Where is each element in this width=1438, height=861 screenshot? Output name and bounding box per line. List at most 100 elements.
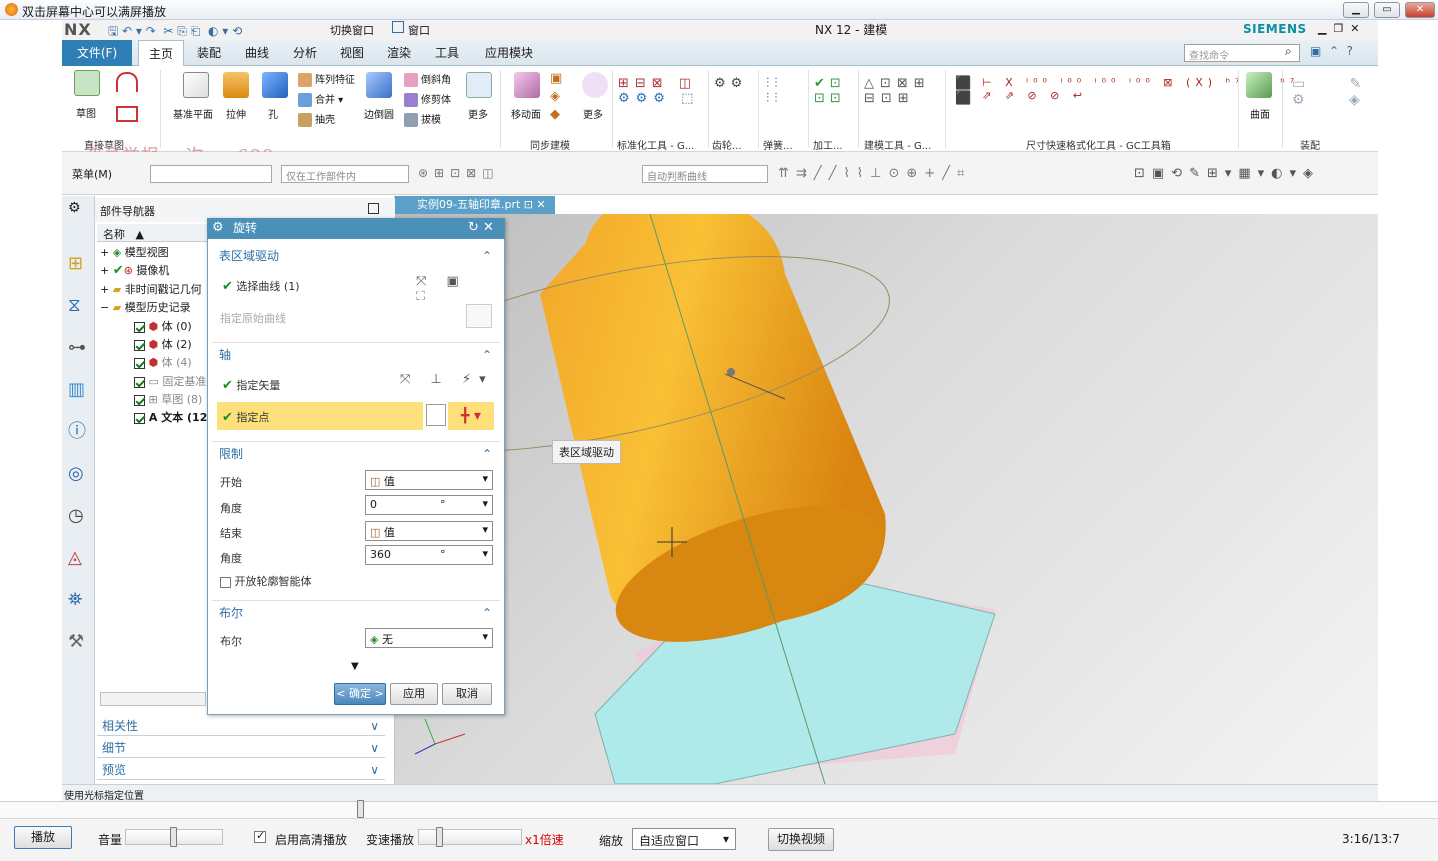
hole-icon[interactable] (262, 72, 288, 98)
boolean-select[interactable]: ◈ 无 (365, 628, 493, 648)
tree-body-2[interactable]: ⬢ 体 (2) (134, 336, 192, 354)
graphics-viewport[interactable] (395, 214, 1378, 784)
tab-analysis[interactable]: 分析 (286, 40, 324, 66)
search-input[interactable]: 查找命令 (1184, 44, 1300, 62)
point-dialog-icon[interactable] (426, 404, 446, 426)
assembly-small-icons[interactable]: ⬛ ⬛ (955, 76, 971, 106)
tree-sketch-8[interactable]: ⊞ 草图 (8) (134, 391, 202, 409)
tab-file[interactable]: 文件(F) (62, 40, 132, 66)
tab-home[interactable]: 主页 (138, 40, 184, 66)
close-button[interactable]: ✕ (1405, 2, 1435, 18)
datum-plane-icon[interactable] (183, 72, 209, 98)
specify-vector-row[interactable]: ✔ 指定矢量 (222, 377, 280, 393)
assembly-icons[interactable]: ▭ ✎ ⚙ ◈ (1292, 76, 1381, 108)
tree-text-12[interactable]: A 文本 (12 (134, 409, 207, 427)
menu-button[interactable]: 菜单(M) (72, 166, 112, 182)
origin-curve-icon[interactable] (466, 304, 492, 328)
cancel-button[interactable]: 取消 (442, 683, 492, 705)
start-option-select[interactable]: ◫ 值 (365, 470, 493, 490)
chamfer-button[interactable]: 倒斜角 (404, 71, 451, 87)
part-file-tab[interactable]: 实例09-五轴印章.prt ⊡ ✕ (395, 196, 555, 214)
seek-handle[interactable] (357, 800, 364, 818)
type-filter-combo[interactable] (150, 165, 272, 183)
edge-blend-icon[interactable] (366, 72, 392, 98)
nx-window-controls[interactable]: ▁ ❐ ✕ (1318, 22, 1360, 35)
select-curve-row[interactable]: ✔ 选择曲线 (1) (222, 278, 299, 294)
section-boolean[interactable]: 布尔 ⌃ (212, 600, 500, 624)
switch-window-button[interactable]: 切换窗口 (330, 22, 374, 38)
gear-tool-icons[interactable]: ⚙⚙ (714, 76, 747, 91)
maximize-button[interactable]: ▭ (1374, 2, 1400, 18)
extrude-icon[interactable] (223, 72, 249, 98)
end-angle-input[interactable]: 360 ° (365, 545, 493, 565)
standard-tool-icons[interactable]: ⊞⊟⊠ ◫ ⚙⚙⚙ ⬚ (618, 76, 699, 106)
dialog-reset-close-icons[interactable]: ↻ ✕ (468, 220, 494, 235)
maximize-panel-icon[interactable] (368, 203, 379, 214)
section-dependencies[interactable]: 相关性 ∨ (97, 716, 385, 736)
hd-checkbox[interactable]: ✓ (254, 829, 266, 843)
curve-rule-combo[interactable]: 自动判断曲线 (642, 165, 768, 183)
move-face-icon[interactable] (514, 72, 540, 98)
more2-label[interactable]: 更多 (583, 106, 603, 121)
tab-render[interactable]: 渲染 (380, 40, 418, 66)
view-icons[interactable]: ⊡▣⟲✎⊞▾▦▾◐▾◈ (1134, 166, 1320, 181)
expand-more-icon[interactable]: ▼ (351, 661, 359, 672)
window-menu[interactable]: 窗口 (408, 22, 430, 38)
zoom-select[interactable]: 自适应窗口 ▾ (632, 828, 736, 850)
seek-bar[interactable] (0, 801, 1438, 818)
ribbon-options-icons[interactable]: ▣ ⌃ ? (1310, 44, 1353, 58)
section-axis[interactable]: 轴 ⌃ (212, 342, 500, 366)
more-icon[interactable] (466, 72, 492, 98)
tree-fixed-datum[interactable]: ▭ 固定基准 (134, 373, 206, 391)
switch-video-button[interactable]: 切换视频 (768, 828, 834, 851)
tree-cameras[interactable]: + ✔⊛ 摄像机 (100, 262, 169, 280)
draft-button[interactable]: 拔模 (404, 111, 441, 127)
volume-handle[interactable] (170, 827, 177, 847)
selection-icons[interactable]: ⊛⊞⊡⊠◫ (418, 166, 500, 180)
surface-icon[interactable] (1246, 72, 1272, 98)
tree-non-timestamp[interactable]: + ▰ 非时间戳记几何 (100, 281, 202, 299)
play-button[interactable]: 播放 (14, 826, 72, 849)
section-details[interactable]: 细节 ∨ (97, 738, 385, 758)
more-label[interactable]: 更多 (468, 106, 488, 121)
vector-tools[interactable]: ⤧ ⊥ ⚡▾ (400, 372, 494, 396)
tab-curve[interactable]: 曲线 (238, 40, 276, 66)
section-surface-region-drive[interactable]: 表区域驱动 ⌃ (212, 244, 500, 268)
name-column-header[interactable]: 名称 ▲ (97, 224, 207, 242)
end-option-select[interactable]: ◫ 值 (365, 521, 493, 541)
search-icon[interactable]: ⌕ (1285, 44, 1292, 59)
speed-handle[interactable] (436, 827, 443, 847)
sketch-icon[interactable] (74, 70, 100, 96)
select-curve-tools[interactable]: ⤧ ▣ ⛶ (416, 274, 494, 304)
snap-point-icons[interactable]: ⇈⇉╱╱⌇⌇⊥⊙⊕+╱⌗ (778, 166, 971, 181)
tree-model-views[interactable]: + ◈ 模型视图 (100, 244, 169, 262)
tab-applications[interactable]: 应用模块 (478, 40, 540, 66)
tree-body-0[interactable]: ⬢ 体 (0) (134, 318, 192, 336)
rectangle-icon[interactable] (116, 106, 138, 122)
sync-modeling-icons[interactable]: ▣ ◈ ◆ (550, 70, 562, 124)
curve-icon[interactable] (116, 72, 138, 92)
speed-slider[interactable] (418, 829, 522, 845)
tab-tools[interactable]: 工具 (428, 40, 466, 66)
settings-gear-icon[interactable]: ⚙ (68, 200, 81, 216)
tab-view[interactable]: 视图 (333, 40, 371, 66)
horizontal-scrollbar[interactable] (100, 692, 206, 706)
tree-body-4[interactable]: ⬢ 体 (4) (134, 354, 192, 372)
section-preview[interactable]: 预览 ∨ (97, 760, 385, 780)
shell-button[interactable]: 抽壳 (298, 111, 335, 127)
modeling-tool-icons[interactable]: △⊡⊠⊞ ⊟⊡⊞ (864, 76, 931, 106)
machining-tool-icons[interactable]: ✔⊡ ⊡⊡ (814, 76, 846, 106)
point-inference-icon[interactable]: ╋ ▾ (448, 402, 494, 430)
spring-tool-icons[interactable]: ⫶⫶ ⫶⫶ (766, 76, 783, 106)
scope-filter-combo[interactable]: 仅在工作部件内 (281, 165, 409, 183)
pattern-feature-button[interactable]: 阵列特征 (298, 71, 355, 87)
more-sync-icon[interactable] (582, 72, 608, 98)
section-limits[interactable]: 限制 ⌃ (212, 441, 500, 465)
minimize-button[interactable]: ▁ (1343, 2, 1369, 18)
resource-icons[interactable]: ⊞ ⧖ ⊶ ▥ ⓘ ◎ ◷ ◬ ⛯ ⚒ (68, 243, 86, 663)
start-angle-input[interactable]: 0 ° (365, 495, 493, 515)
open-profile-checkbox[interactable]: 开放轮廓智能体 (220, 573, 312, 589)
trim-body-button[interactable]: 修剪体 (404, 91, 451, 107)
ok-button[interactable]: < 确定 > (334, 683, 386, 705)
tab-assembly[interactable]: 装配 (190, 40, 228, 66)
